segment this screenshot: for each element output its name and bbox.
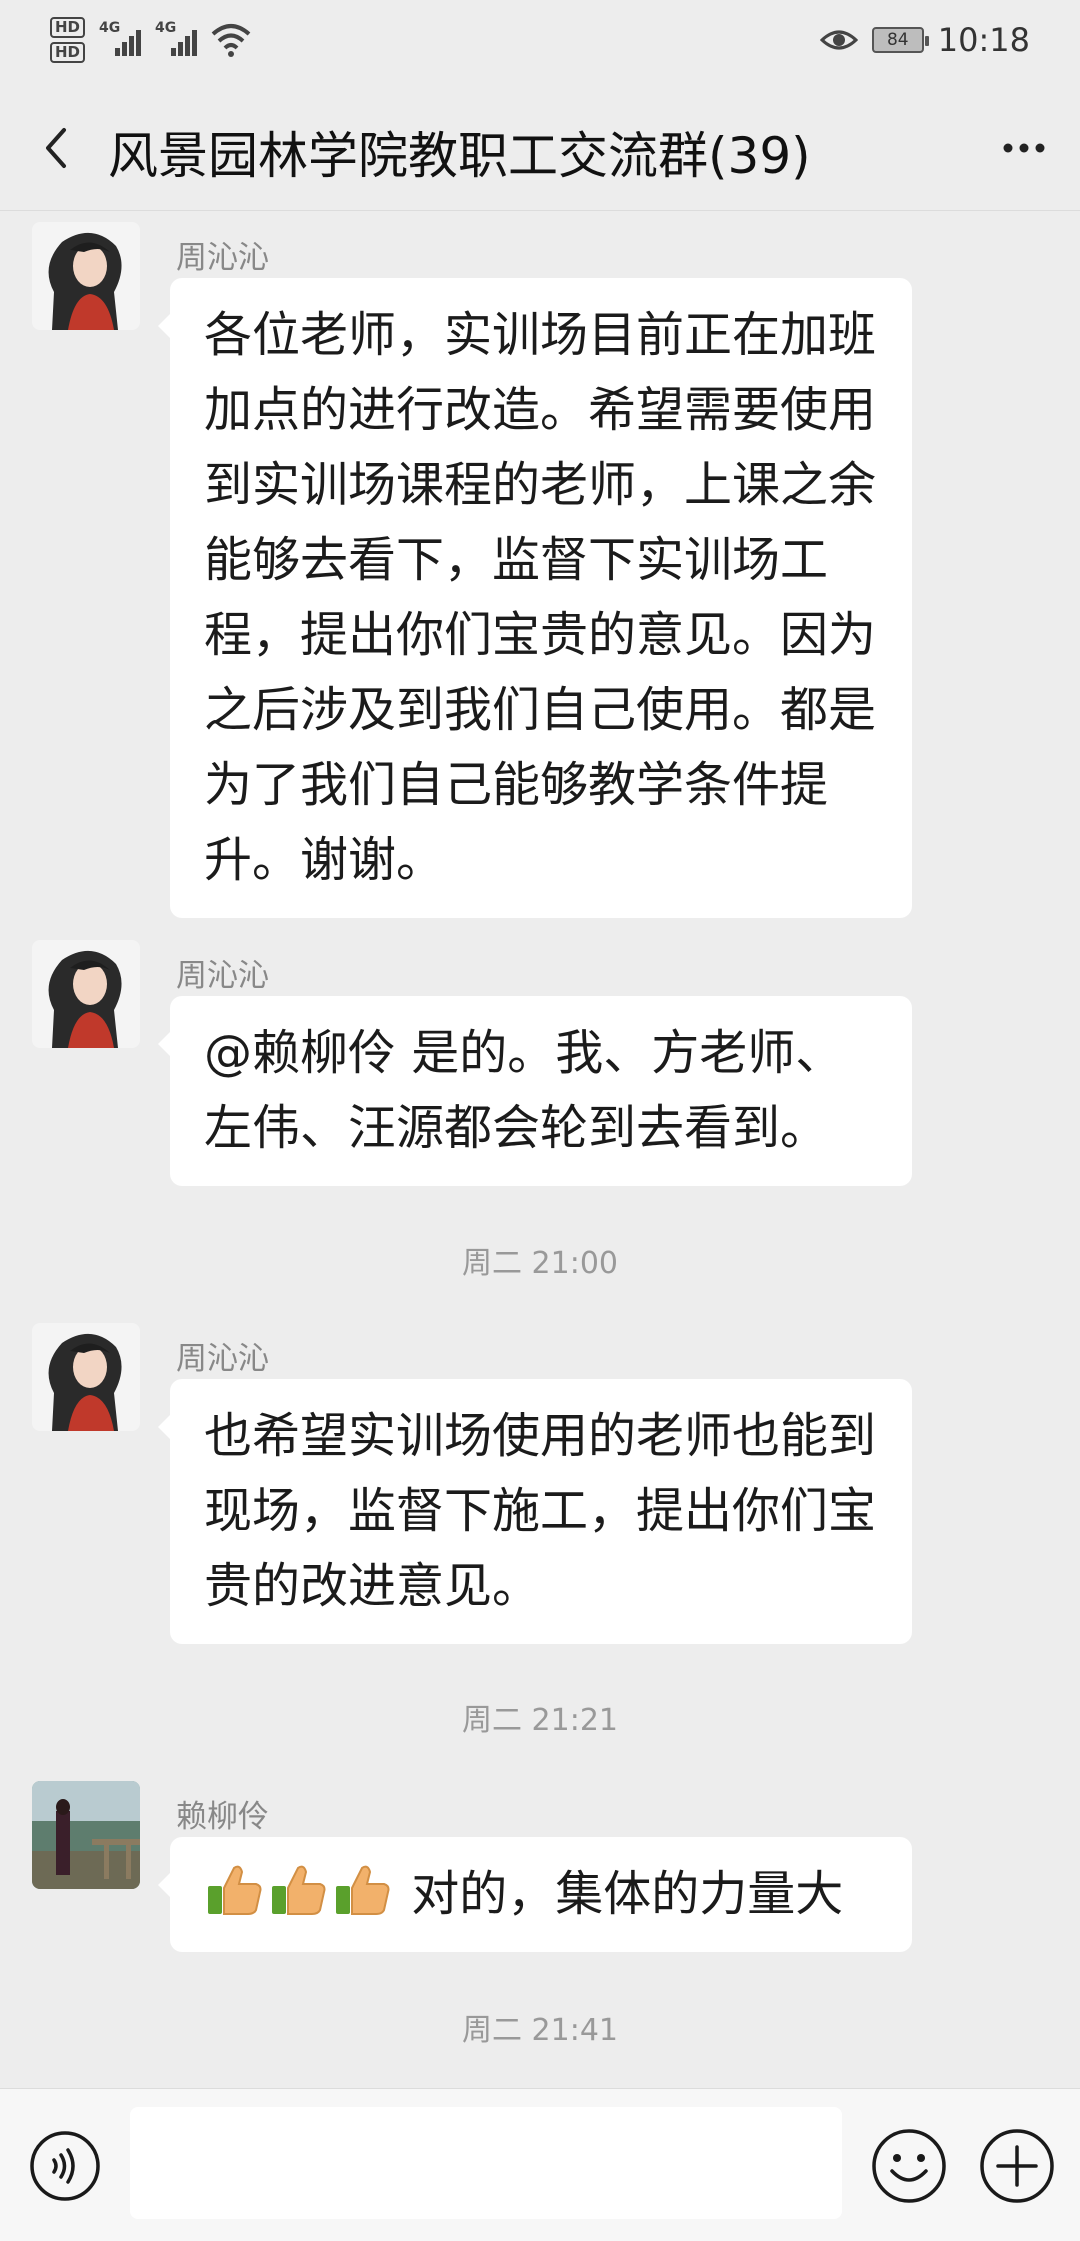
wifi-icon [211, 24, 251, 57]
sender-name: 周沁沁 [176, 1341, 269, 1377]
message-text: 对的，集体的力量大 [411, 1866, 844, 1922]
avatar[interactable] [32, 1323, 140, 1431]
message-bubble[interactable]: 对的，集体的力量大 [158, 1837, 912, 1952]
status-left: HD HD 4G 4G [50, 12, 251, 68]
status-bar: HD HD 4G 4G 84 10:18 [0, 0, 1080, 80]
timestamp: 周二 21:00 [462, 1246, 618, 1281]
battery-indicator: 84 [871, 27, 929, 53]
chevron-left-icon[interactable] [28, 118, 88, 178]
signal-icon: 4G [99, 20, 142, 60]
message-bubble[interactable]: 各位老师，实训场目前正在加班加点的进行改造。希望需要使用到实训场课程的老师，上课… [158, 278, 912, 918]
eye-icon [819, 30, 858, 50]
timestamp: 周二 21:21 [462, 1703, 618, 1738]
network-type-2: 4G [155, 20, 177, 36]
timestamp: 周二 21:41 [462, 2013, 618, 2048]
avatar[interactable] [32, 222, 140, 330]
message-input[interactable] [130, 2107, 842, 2219]
avatar[interactable] [32, 940, 140, 1048]
input-bar [0, 2088, 1080, 2241]
emoji-icon[interactable] [870, 2127, 948, 2205]
more-dots-icon[interactable] [994, 118, 1054, 178]
message-bubble[interactable]: 也希望实训场使用的老师也能到现场，监督下施工，提出你们宝贵的改进意见。 [158, 1379, 912, 1644]
plus-icon[interactable] [978, 2127, 1056, 2205]
sender-name: 周沁沁 [176, 958, 269, 994]
thumbs-up-icon [272, 1865, 326, 1915]
sender-name: 周沁沁 [176, 240, 269, 276]
header-divider [0, 210, 1080, 211]
network-type-1: 4G [99, 20, 121, 36]
thumbs-up-icon [208, 1865, 262, 1915]
thumbs-up-icons [204, 1865, 411, 1922]
hd-badge-1: HD [50, 17, 86, 38]
thumbs-up-icon [336, 1865, 390, 1915]
voice-icon[interactable] [28, 2129, 102, 2203]
sender-name: 赖柳伶 [176, 1799, 269, 1835]
avatar[interactable] [32, 1781, 140, 1889]
message-bubble[interactable]: @赖柳伶 是的。我、方老师、左伟、汪源都会轮到去看到。 [158, 996, 912, 1186]
hd-badge-2: HD [50, 42, 86, 63]
signal-icon-2: 4G [155, 20, 198, 60]
status-time: 10:18 [937, 21, 1030, 59]
chat-header: 风景园林学院教职工交流群(39) [0, 92, 1080, 204]
chat-title: 风景园林学院教职工交流群(39) [108, 127, 811, 185]
hd-indicators: HD HD [50, 17, 86, 63]
status-right: 84 10:18 [819, 18, 1030, 62]
